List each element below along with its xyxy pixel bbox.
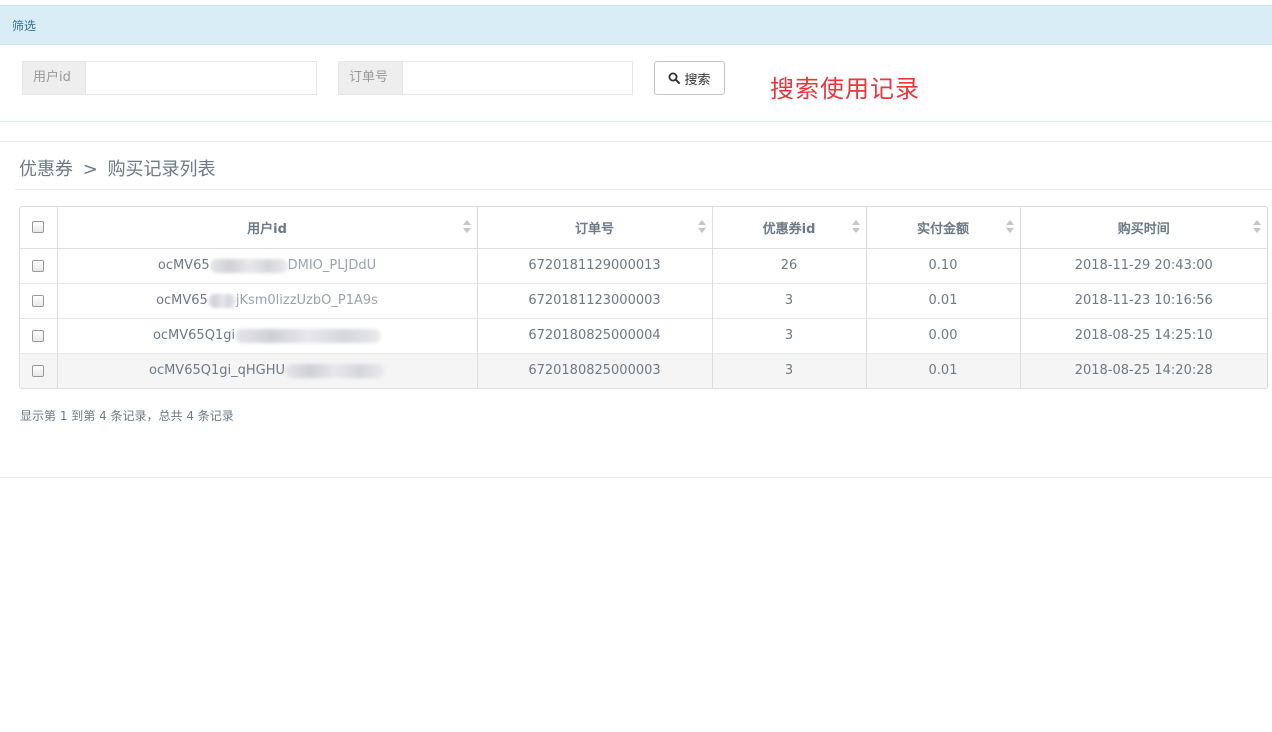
cell-user-id: ocMV65Q1gi [57,318,478,354]
row-select-cell [20,318,58,354]
sort-icon [1253,220,1261,234]
cell-purchase-time: 2018-08-25 14:20:28 [1020,353,1267,388]
redaction-mask [235,328,382,343]
cell-purchase-time: 2018-11-29 20:43:00 [1020,248,1267,284]
divider [0,141,1272,142]
column-header-amount[interactable]: 实付金额 [866,207,1021,249]
sort-icon [1005,220,1014,234]
cell-user-id: ocMV65 DMIO_PLJDdU [57,248,478,284]
sort-icon [697,220,706,234]
table-row: ocMV65 jKsm0lizzUzbO_P1A9s 67201811230000… [20,283,1267,319]
cell-purchase-time: 2018-08-25 14:25:10 [1020,318,1267,354]
breadcrumb-parent: 优惠券 [19,159,73,180]
column-header-label: 优惠券id [762,221,816,237]
row-select-cell [20,248,58,284]
cell-amount: 0.10 [866,248,1021,284]
user-id-visible-suffix: jKsm0lizzUzbO_P1A9s [235,293,378,308]
user-id-visible-suffix: DMIO_PLJDdU [287,258,377,273]
user-id-visible: ocMV65Q1gi [152,328,236,343]
filter-panel-title: 筛选 [0,5,1272,45]
cell-amount: 0.01 [866,283,1021,319]
cell-order-no: 6720180825000003 [477,353,713,388]
user-id-label: 用户id [22,61,85,95]
breadcrumb-divider [15,189,1272,190]
cell-coupon-id: 3 [712,283,867,319]
breadcrumb-separator: > [82,159,98,180]
redaction-mask [207,293,236,308]
cell-coupon-id: 3 [712,318,867,354]
order-no-input-group: 订单号 [338,61,633,95]
search-button-label: 搜索 [684,72,711,88]
row-select-cell [20,283,58,319]
column-header-coupon-id[interactable]: 优惠券id [712,207,867,249]
table-row: ocMV65 DMIO_PLJDdU 6720181129000013 26 0.… [20,248,1267,284]
row-checkbox[interactable] [32,259,45,272]
redaction-mask [209,258,288,273]
column-header-order-no[interactable]: 订单号 [477,207,713,249]
sort-icon [462,220,471,234]
search-icon [668,72,681,84]
cell-amount: 0.00 [866,318,1021,354]
cell-user-id: ocMV65Q1gi_qHGHU [57,353,478,388]
column-header-user-id[interactable]: 用户id [57,207,478,249]
row-checkbox[interactable] [32,329,45,342]
column-header-purchase-time[interactable]: 购买时间 [1020,207,1267,249]
cell-user-id: ocMV65 jKsm0lizzUzbO_P1A9s [57,283,478,319]
order-no-input[interactable] [402,61,633,95]
cell-order-no: 6720181123000003 [477,283,713,319]
row-checkbox[interactable] [32,364,45,377]
column-header-label: 订单号 [574,221,614,237]
user-id-visible: ocMV65 [157,258,210,273]
annotation-text: 搜索使用记录 [770,75,920,103]
table-header-row: 用户id 订单号 优惠券id 实付金额 购买时间 [20,207,1267,249]
pagination-info: 显示第 1 到第 4 条记录，总共 4 条记录 [20,409,234,423]
cell-order-no: 6720181129000013 [477,248,713,284]
user-id-visible: ocMV65Q1gi_qHGHU [148,363,285,379]
search-button[interactable]: 搜索 [654,61,725,95]
user-id-input-group: 用户id [22,61,317,95]
row-select-cell [20,353,58,388]
select-all-checkbox[interactable] [32,221,45,234]
sort-icon [851,220,860,234]
redaction-mask [285,363,385,378]
column-header-label: 实付金额 [916,221,969,237]
row-checkbox[interactable] [32,294,45,307]
user-id-input[interactable] [85,61,317,95]
user-id-visible: ocMV65 [156,293,208,308]
order-no-label: 订单号 [338,61,402,95]
cell-order-no: 6720180825000004 [477,318,713,354]
column-header-label: 购买时间 [1117,221,1170,237]
table-row: ocMV65Q1gi 6720180825000004 3 0.00 2018-… [20,318,1267,354]
table-row: ocMV65Q1gi_qHGHU 6720180825000003 3 0.01… [20,353,1267,388]
select-all-cell [20,207,58,249]
cell-amount: 0.01 [866,353,1021,388]
filter-panel: 筛选 用户id 订单号 搜索 搜索使用记录 [0,5,1272,122]
cell-purchase-time: 2018-11-23 10:16:56 [1020,283,1267,319]
breadcrumb: 优惠券 > 购买记录列表 [19,155,220,181]
records-table: 用户id 订单号 优惠券id 实付金额 购买时间 ocMV65 DMIO_PLJD… [19,206,1268,389]
cell-coupon-id: 26 [712,248,867,284]
breadcrumb-current: 购买记录列表 [107,159,216,180]
column-header-label: 用户id [247,221,287,237]
divider [0,477,1272,478]
cell-coupon-id: 3 [712,353,867,388]
